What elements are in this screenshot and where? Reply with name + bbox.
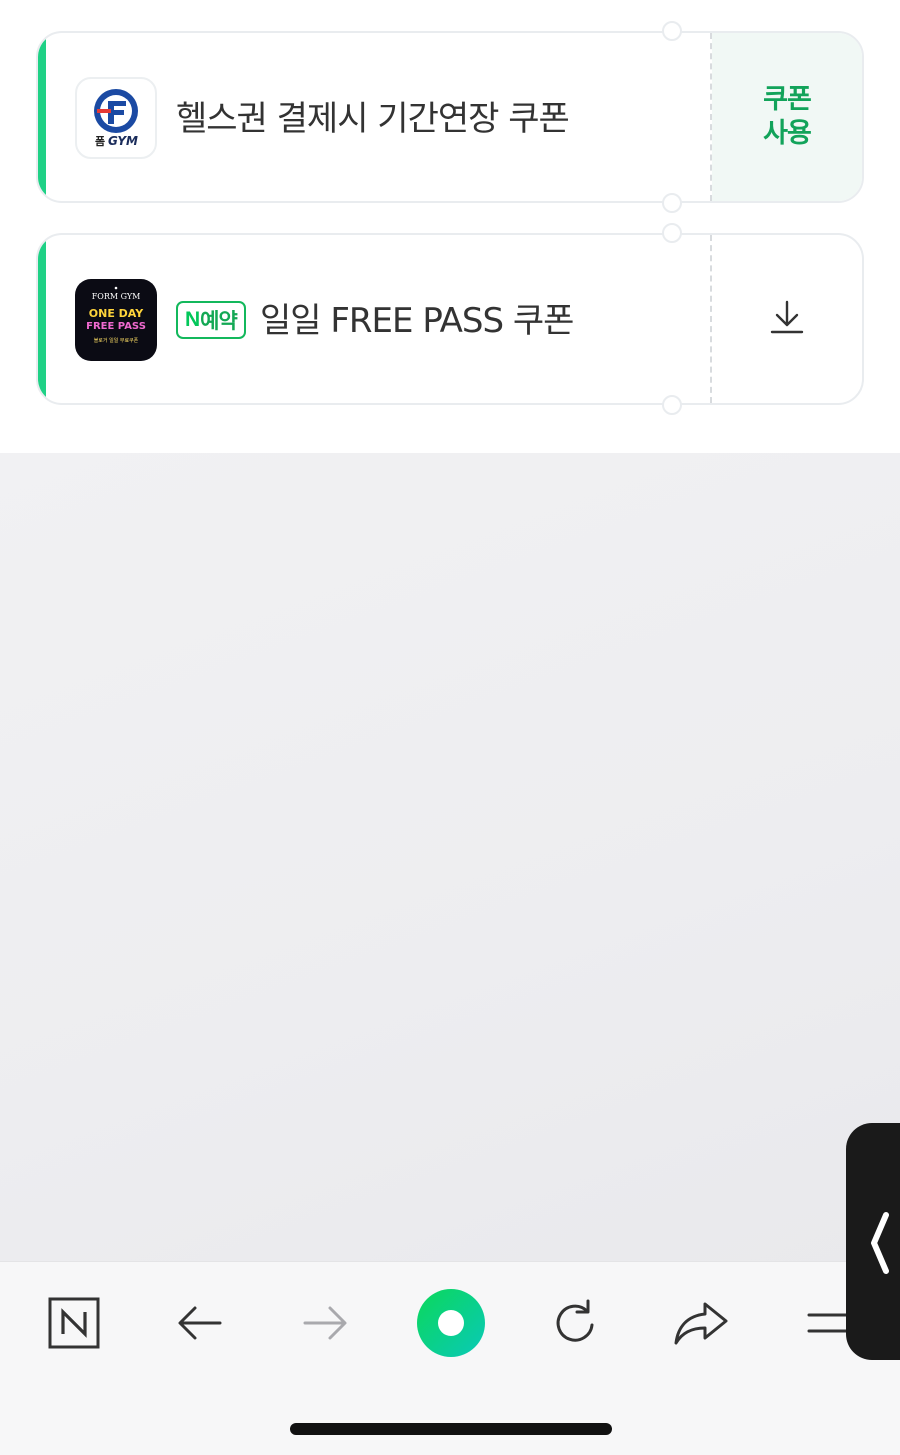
forward-button[interactable] [290, 1288, 360, 1358]
coupon-title: 헬스권 결제시 기간연장 쿠폰 [176, 99, 570, 139]
chevron-left-icon [871, 1212, 889, 1274]
coupon-use-button[interactable]: 쿠폰 사용 [712, 33, 862, 201]
coupon-use-label-line2: 사용 [763, 118, 812, 149]
coupon-use-label-line1: 쿠폰 [763, 84, 812, 115]
coupon-card-free-pass: FORM GYM ONE DAY FREE PASS 블로거 일일 무료쿠폰 N… [36, 233, 864, 405]
badge-n-letter: N [185, 308, 200, 331]
coupon-notch-top [662, 21, 682, 41]
logo-line4: 블로거 일일 무료쿠폰 [94, 337, 139, 344]
oneday-freepass-logo: FORM GYM ONE DAY FREE PASS 블로거 일일 무료쿠폰 [75, 279, 157, 361]
naver-reservation-badge: N 예약 [176, 301, 246, 339]
share-icon [674, 1302, 728, 1345]
fgym-logo-text: GYM [108, 134, 138, 148]
fgym-logo: 폼 GYM [75, 77, 157, 159]
coupon-accent-bar [38, 33, 46, 201]
empty-content-area [0, 453, 900, 1261]
coupon-list-area: 폼 GYM 헬스권 결제시 기간연장 쿠폰 쿠폰 사용 FORM GYM ONE… [0, 0, 900, 453]
logo-line2: ONE DAY [89, 307, 144, 320]
back-arrow-icon [178, 1306, 222, 1340]
coupon-notch-top [662, 223, 682, 243]
share-button[interactable] [666, 1288, 736, 1358]
coupon-notch-bottom [662, 193, 682, 213]
coupon-card-period-extension: 폼 GYM 헬스권 결제시 기간연장 쿠폰 쿠폰 사용 [36, 31, 864, 203]
coupon-title: 일일 FREE PASS 쿠폰 [260, 301, 574, 341]
naver-n-icon [48, 1297, 100, 1349]
forward-arrow-icon [303, 1306, 347, 1340]
naver-home-button[interactable] [39, 1288, 109, 1358]
coupon-download-button[interactable] [712, 235, 862, 403]
refresh-button[interactable] [540, 1288, 610, 1358]
coupon-accent-bar [38, 235, 46, 403]
side-panel-handle[interactable] [846, 1123, 900, 1360]
back-button[interactable] [165, 1288, 235, 1358]
green-dot-icon [417, 1289, 485, 1357]
green-dot-button[interactable] [416, 1288, 486, 1358]
coupon-notch-bottom [662, 395, 682, 415]
fgym-logo-prefix: 폼 [95, 135, 105, 148]
home-indicator [290, 1423, 612, 1435]
download-icon [770, 299, 804, 339]
refresh-icon [556, 1299, 594, 1342]
badge-label: 예약 [200, 309, 238, 333]
logo-line3: FREE PASS [86, 321, 146, 332]
logo-line1: FORM GYM [92, 292, 141, 301]
